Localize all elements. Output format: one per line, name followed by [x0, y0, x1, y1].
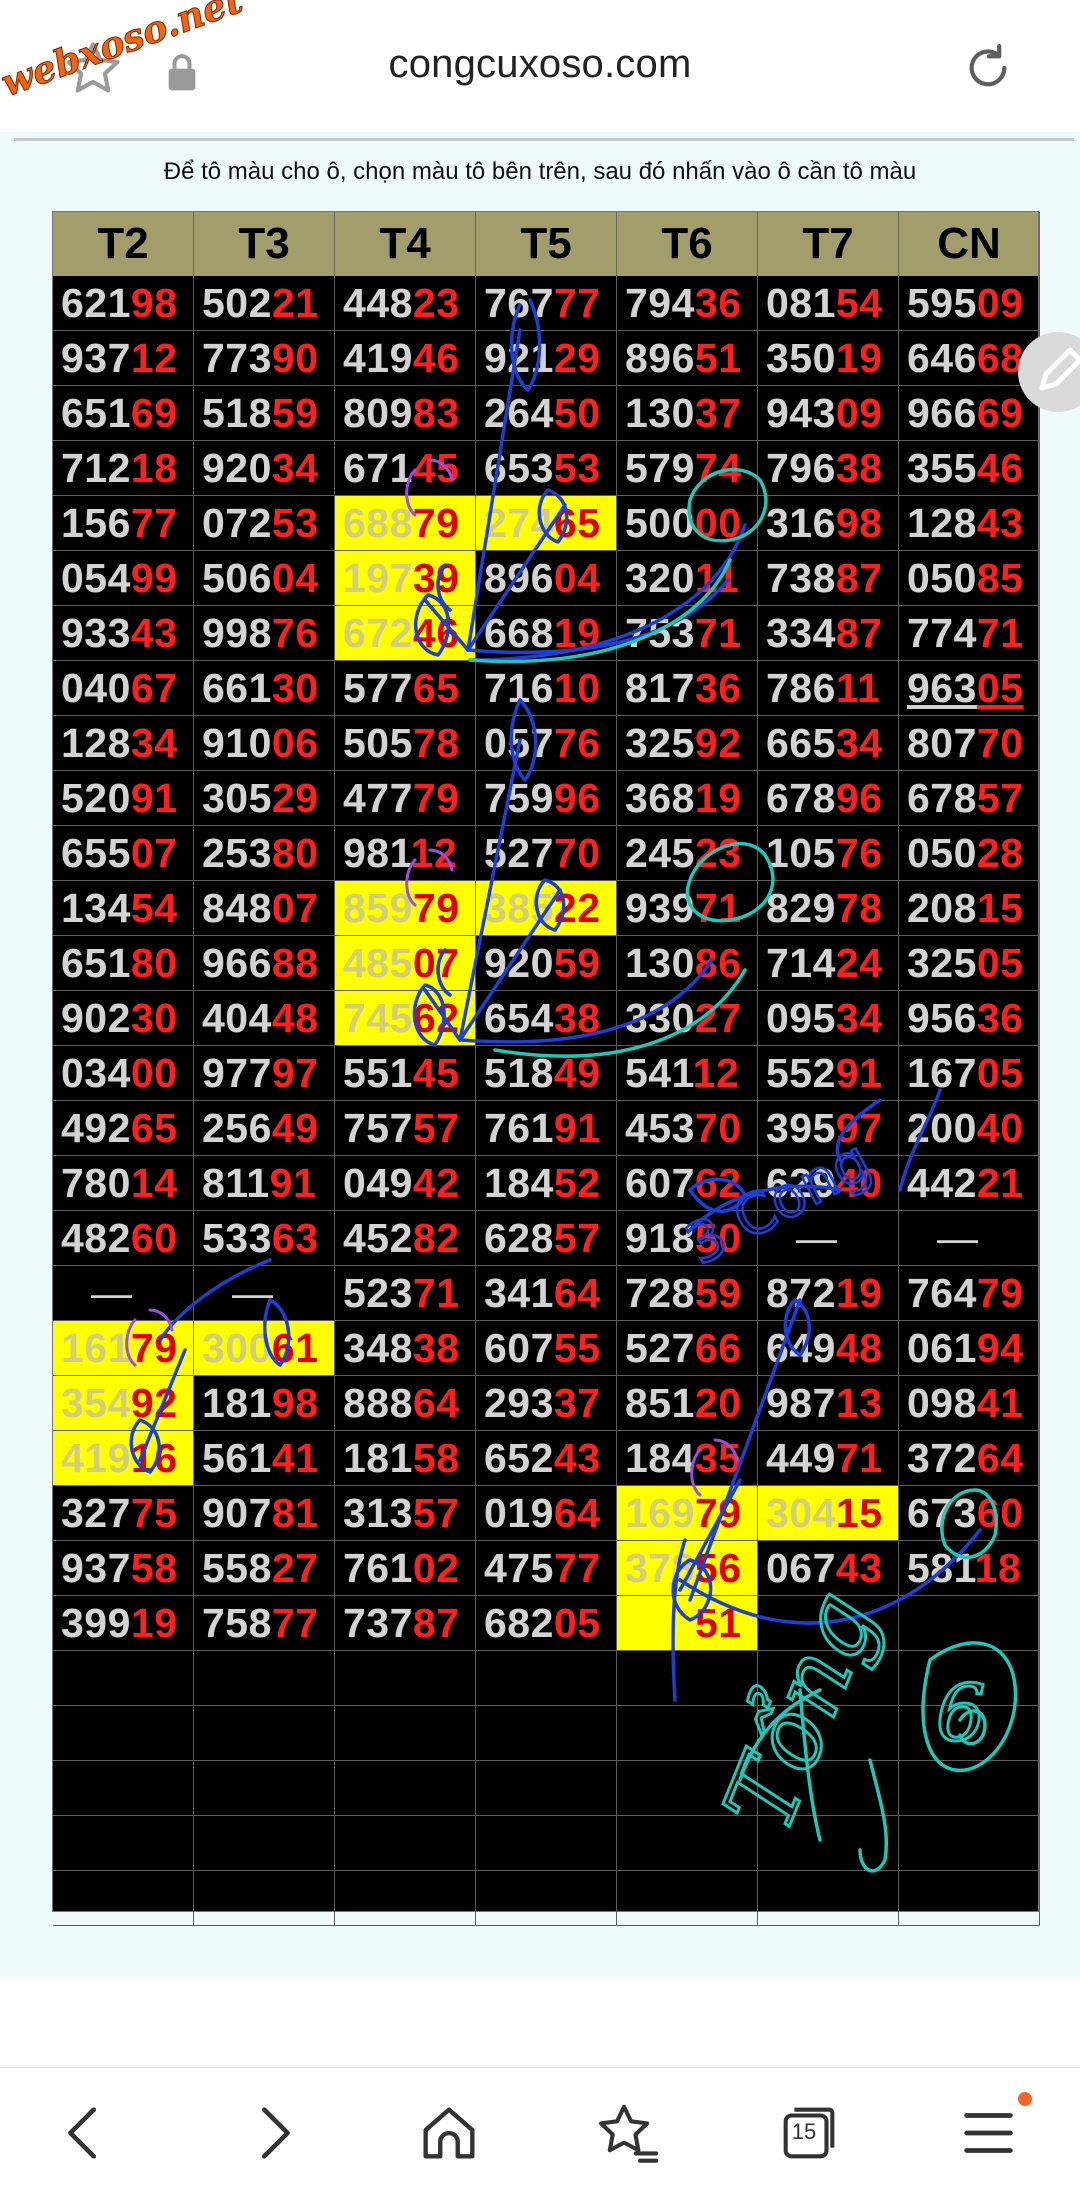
edit-icon [1039, 347, 1080, 391]
handwritten-note-tong: Tổng [702, 1576, 898, 1846]
handwritten-note-cong: 3 Cong [676, 1128, 881, 1278]
edit-pencil-button[interactable] [1018, 332, 1080, 412]
ink-blue-strokes-top [412, 298, 747, 1047]
handwritten-annotations: 3 Cong Tổng 6 [125, 298, 1018, 1873]
handwritten-circle-digit: 6 [936, 1669, 986, 1759]
ink-purple-strokes [125, 458, 739, 1497]
ink-cyan-strokes [468, 467, 1018, 1873]
